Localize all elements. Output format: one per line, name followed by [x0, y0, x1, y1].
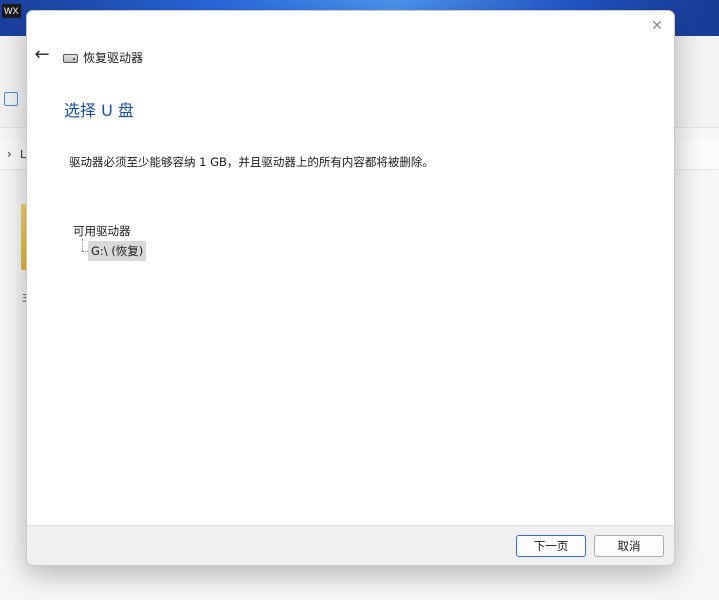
recovery-drive-dialog: ✕ ← 恢复驱动器 选择 U 盘 驱动器必须至少能够容纳 1 GB，并且驱动器上… [26, 10, 675, 566]
available-drives-label: 可用驱动器 [73, 224, 131, 238]
taskbar-app-label: WX [2, 4, 21, 18]
instruction-text: 驱动器必须至少能够容纳 1 GB，并且驱动器上的所有内容都将被删除。 [69, 155, 434, 169]
copy-icon [4, 92, 18, 106]
wizard-title: 恢复驱动器 [83, 51, 144, 65]
close-button[interactable]: ✕ [646, 15, 668, 37]
next-button[interactable]: 下一页 [516, 535, 586, 557]
chevron-right-icon: › [7, 147, 12, 161]
tree-connector [82, 239, 83, 251]
page-heading: 选择 U 盘 [64, 101, 134, 120]
back-button[interactable]: ← [31, 45, 53, 67]
drive-list-item[interactable]: G:\ (恢复) [88, 241, 147, 261]
back-arrow-icon: ← [34, 44, 50, 65]
cancel-button[interactable]: 取消 [594, 535, 664, 557]
drive-icon [63, 54, 78, 63]
close-icon: ✕ [651, 18, 663, 34]
